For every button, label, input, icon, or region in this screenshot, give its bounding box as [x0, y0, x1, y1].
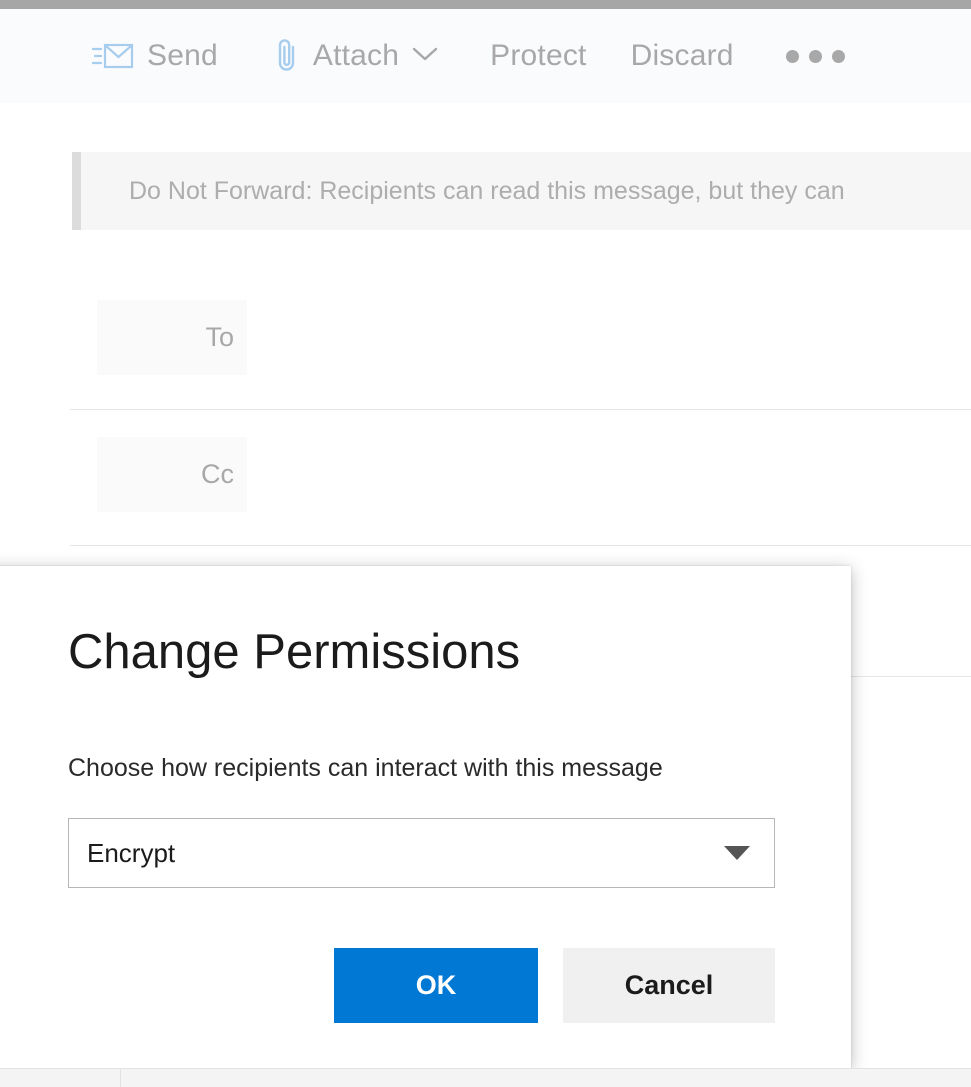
banner-text: Do Not Forward: Recipients can read this…: [129, 178, 845, 204]
cc-field-label-pill[interactable]: Cc: [97, 437, 247, 512]
protect-button[interactable]: Protect: [490, 26, 586, 86]
ok-button[interactable]: OK: [334, 948, 538, 1023]
cancel-button[interactable]: Cancel: [563, 948, 775, 1023]
chevron-down-icon: [724, 846, 750, 860]
cc-field-divider: [70, 545, 971, 546]
footer-top-border: [0, 1068, 971, 1069]
discard-button[interactable]: Discard: [631, 26, 734, 86]
sensitivity-banner: Do Not Forward: Recipients can read this…: [72, 152, 971, 230]
attach-button-label: Attach: [312, 39, 400, 72]
window-chrome-bar: [0, 0, 971, 9]
to-field-label-pill[interactable]: To: [97, 300, 247, 375]
cc-field-row[interactable]: Cc: [70, 427, 971, 546]
send-button[interactable]: Send: [92, 26, 218, 86]
permission-dropdown[interactable]: Encrypt: [68, 818, 775, 888]
send-button-label: Send: [147, 39, 218, 72]
page-background-footer: [0, 1068, 971, 1087]
footer-vertical-divider: [120, 1068, 121, 1087]
dialog-button-row: OK Cancel: [68, 948, 775, 1023]
send-envelope-icon: [92, 40, 134, 72]
dialog-subtitle: Choose how recipients can interact with …: [68, 754, 663, 782]
change-permissions-dialog: Change Permissions Choose how recipients…: [0, 566, 851, 1068]
banner-accent-bar: [72, 152, 81, 230]
to-field-divider: [70, 409, 971, 410]
attach-button[interactable]: Attach: [274, 26, 438, 86]
to-field-label: To: [205, 322, 234, 352]
compose-toolbar: Send Attach Protect Discard: [0, 9, 971, 103]
cc-field-label: Cc: [201, 459, 234, 489]
dialog-title: Change Permissions: [68, 625, 521, 679]
chevron-down-icon[interactable]: [412, 46, 438, 67]
protect-button-label: Protect: [490, 39, 587, 72]
permission-dropdown-value: Encrypt: [87, 838, 176, 868]
discard-button-label: Discard: [630, 39, 734, 72]
paperclip-icon: [274, 36, 300, 76]
ellipsis-icon: [785, 49, 845, 63]
more-options-button[interactable]: [785, 26, 845, 86]
to-field-row[interactable]: To: [70, 290, 971, 410]
